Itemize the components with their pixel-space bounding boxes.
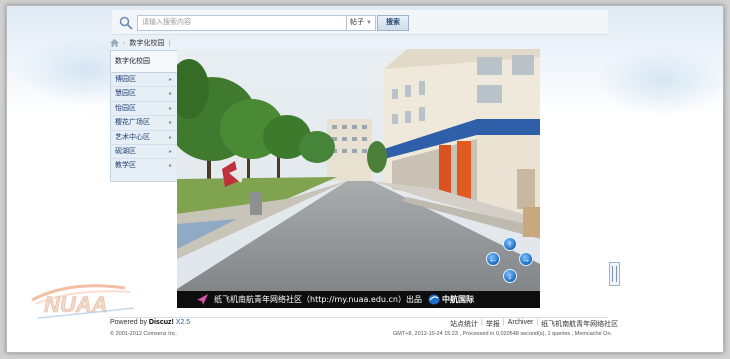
breadcrumb-current[interactable]: 数字化校园	[129, 38, 164, 48]
arrow-up-icon[interactable]: ↑	[503, 237, 517, 251]
search-bar: 请输入搜索内容 帖子 ▼ 搜索	[112, 10, 608, 35]
banner-brand: 中航国际	[428, 291, 474, 308]
panorama-scene	[177, 49, 540, 308]
sidebar-item-art-center[interactable]: 艺术中心区 ▸	[111, 131, 177, 145]
sidebar-item-huiyuan[interactable]: 慧园区 ▸	[111, 87, 177, 102]
sidebar-item-label: 博园区	[115, 76, 136, 83]
sidebar-item-label: 怡园区	[115, 104, 136, 112]
chevron-right-icon: ▸	[168, 105, 172, 112]
avic-logo-icon	[428, 294, 440, 305]
footer-link-separator: |	[502, 319, 505, 326]
breadcrumb-separator: |	[168, 39, 171, 47]
footer-meta: GMT+8, 2012-10-24 15:23 , Processed in 0…	[393, 331, 613, 337]
footer-link-stats[interactable]: 站点统计	[450, 319, 478, 329]
chevron-down-icon: ▼	[366, 20, 372, 26]
powered-version: X2.5	[173, 319, 191, 326]
paper-plane-logo-icon	[197, 294, 208, 305]
sidebar-item-boyuan[interactable]: 博园区 ▸	[111, 73, 177, 88]
chevron-right-icon: ▸	[168, 148, 172, 155]
search-icon[interactable]	[119, 16, 133, 30]
logo-text: NUAA	[44, 292, 108, 317]
sidebar-item-label: 樱花广场区	[115, 119, 150, 127]
back-to-top-button[interactable]	[609, 262, 620, 286]
footer-link-separator: |	[481, 319, 483, 326]
arrow-left-icon[interactable]: ←	[486, 252, 500, 266]
powered-prefix: Powered by	[110, 319, 149, 326]
chevron-right-icon: ▸	[168, 91, 172, 98]
footer-links: 站点统计 | 举报 | Archiver | 纸飞机南航青年网络社区	[450, 319, 618, 329]
sidebar-item-label: 教学区	[115, 162, 136, 170]
sidebar-title: 数字化校园	[111, 51, 177, 73]
footer-link-separator: |	[536, 319, 539, 326]
powered-brand-link[interactable]: Discuz!	[149, 319, 174, 326]
breadcrumb-separator: ›	[123, 39, 126, 47]
breadcrumb: › 数字化校园 |	[110, 37, 170, 49]
sidebar-item-yanhu[interactable]: 砚湖区 ▸	[111, 145, 177, 160]
sidebar-item-label: 慧园区	[115, 90, 136, 98]
footer-link-report[interactable]: 举报	[486, 319, 500, 329]
panorama-viewer[interactable]: ↑ ← → ↓	[177, 49, 540, 308]
chevron-right-icon: ▸	[168, 120, 172, 127]
footer-link-community[interactable]: 纸飞机南航青年网络社区	[541, 319, 618, 329]
banner-brand-label: 中航国际	[442, 295, 475, 304]
panorama-credit-banner: 纸飞机南航青年网络社区（http://my.nuaa.edu.cn）出品 中航国…	[177, 291, 540, 308]
chevron-right-icon: ▸	[168, 163, 172, 170]
chevron-right-icon: ▸	[168, 77, 172, 83]
sidebar-item-label: 砚湖区	[115, 147, 136, 155]
sidebar-item-label: 艺术中心区	[115, 133, 150, 141]
footer-divider	[110, 317, 608, 318]
arrow-right-icon[interactable]: →	[519, 252, 533, 266]
sidebar-item-yiyuan[interactable]: 怡园区 ▸	[111, 102, 177, 117]
sidebar-item-sakura-plaza[interactable]: 樱花广场区 ▸	[111, 116, 177, 131]
search-input[interactable]: 请输入搜索内容	[137, 15, 347, 31]
arrow-down-icon[interactable]: ↓	[503, 269, 517, 283]
sidebar-item-teaching[interactable]: 教学区 ▸	[111, 159, 177, 173]
search-type-label: 帖子	[350, 19, 364, 26]
banner-text: 纸飞机南航青年网络社区（http://my.nuaa.edu.cn）出品	[214, 295, 423, 304]
chevron-right-icon: ▸	[168, 134, 172, 141]
home-icon[interactable]	[110, 39, 119, 47]
sidebar: 数字化校园 博园区 ▸ 慧园区 ▸ 怡园区 ▸ 樱花广场区 ▸ 艺术中心区 ▸ …	[110, 50, 178, 182]
footer-link-archiver[interactable]: Archiver	[508, 319, 534, 329]
powered-by: Powered by Discuz! X2.5	[110, 319, 190, 326]
copyright: © 2001-2012 Comsenz Inc.	[110, 331, 178, 337]
search-button[interactable]: 搜索	[377, 15, 409, 31]
search-type-select[interactable]: 帖子 ▼	[347, 15, 376, 31]
cloud-decoration	[597, 46, 723, 116]
